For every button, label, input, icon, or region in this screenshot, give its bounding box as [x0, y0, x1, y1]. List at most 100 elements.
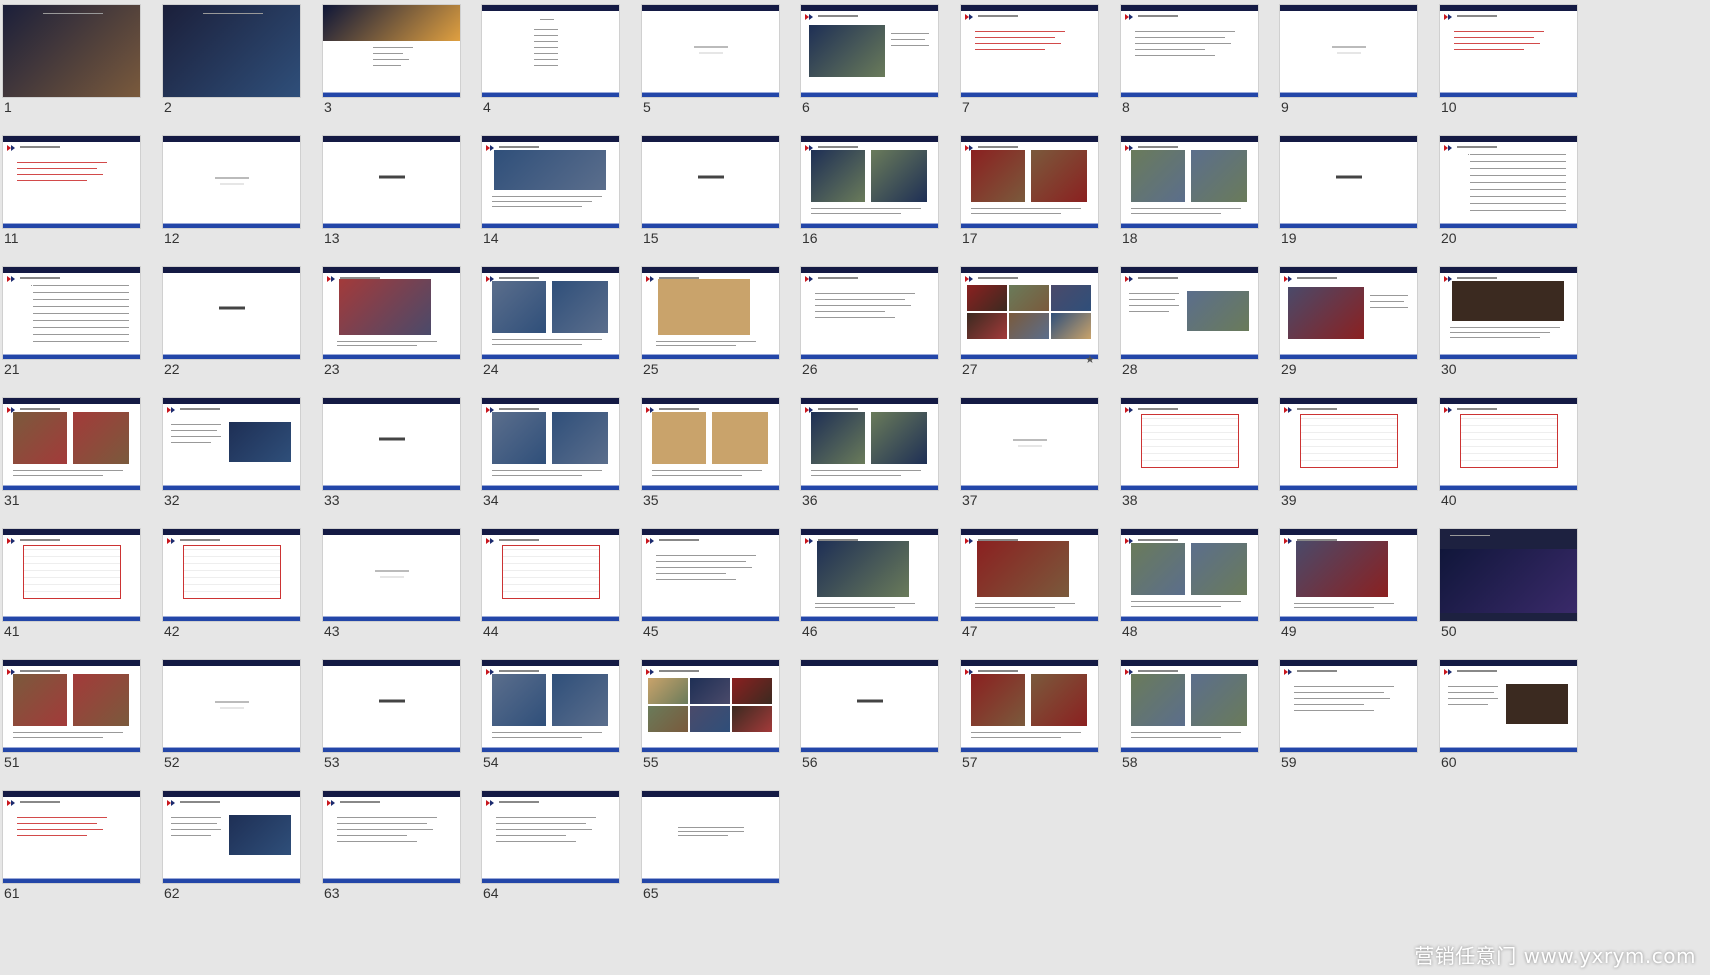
slide-thumbnail[interactable] — [1121, 5, 1258, 97]
slide-thumbnail[interactable] — [323, 398, 460, 490]
text-line — [534, 29, 558, 30]
slide-thumbnail[interactable] — [1280, 136, 1417, 228]
slide-thumbnail[interactable] — [3, 267, 140, 359]
slide-thumbnail[interactable] — [961, 529, 1098, 621]
text-line — [971, 213, 1061, 214]
slide-thumbnail[interactable] — [323, 660, 460, 752]
slide-thumbnail[interactable] — [1280, 398, 1417, 490]
slide-thumbnail[interactable] — [163, 5, 300, 97]
slide-thumbnail[interactable] — [961, 267, 1098, 359]
slide-thumbnail[interactable] — [323, 5, 460, 97]
slide-thumbnail[interactable] — [801, 267, 938, 359]
text-line — [1294, 704, 1364, 705]
slide-thumbnail[interactable] — [1440, 267, 1577, 359]
slide-thumbnail[interactable] — [1121, 529, 1258, 621]
text-line — [656, 573, 726, 574]
slide-thumbnail[interactable] — [1440, 136, 1577, 228]
slide-number: 3 — [324, 99, 332, 115]
slide-thumbnail[interactable] — [3, 5, 140, 97]
slide-heading — [20, 277, 60, 279]
slide-thumbnail[interactable] — [482, 660, 619, 752]
slide-thumbnail[interactable] — [1440, 660, 1577, 752]
slide-thumbnail[interactable] — [801, 136, 938, 228]
slide-number: 42 — [164, 623, 180, 639]
slide-thumbnail[interactable] — [482, 791, 619, 883]
slide-thumbnail[interactable] — [163, 529, 300, 621]
slide-cell: 46 — [798, 526, 938, 646]
slide-number: 2 — [164, 99, 172, 115]
text-line — [1129, 299, 1175, 300]
text-line — [815, 305, 911, 306]
floor-plan — [23, 545, 121, 599]
slide-cell: 34 — [479, 395, 619, 515]
slide-cell: 57 — [958, 657, 1098, 777]
text-line — [496, 841, 576, 842]
slide-thumbnail[interactable] — [642, 398, 779, 490]
slide-thumbnail[interactable] — [1121, 660, 1258, 752]
slide-heading — [978, 15, 1018, 17]
slide-thumbnail[interactable] — [642, 136, 779, 228]
slide-thumbnail[interactable] — [3, 529, 140, 621]
slide-thumbnail[interactable] — [961, 660, 1098, 752]
text-line — [1454, 49, 1524, 50]
slide-thumbnail[interactable] — [1280, 5, 1417, 97]
text-line — [1294, 607, 1374, 608]
slide-thumbnail[interactable] — [482, 267, 619, 359]
slide-thumbnail[interactable] — [163, 398, 300, 490]
slide-thumbnail[interactable] — [323, 136, 460, 228]
slide-number: 62 — [164, 885, 180, 901]
text-line — [656, 567, 752, 568]
slide-thumbnail[interactable] — [163, 660, 300, 752]
slide-number: 49 — [1281, 623, 1297, 639]
slide-thumbnail[interactable] — [3, 398, 140, 490]
slide-thumbnail[interactable] — [1440, 398, 1577, 490]
slide-thumbnail[interactable] — [323, 529, 460, 621]
slide-number: 6 — [802, 99, 810, 115]
slide-thumbnail[interactable] — [642, 660, 779, 752]
slide-thumbnail[interactable] — [1121, 136, 1258, 228]
slide-thumbnail[interactable] — [3, 660, 140, 752]
slide-thumbnail[interactable] — [482, 136, 619, 228]
slide-thumbnail[interactable] — [163, 267, 300, 359]
slide-thumbnail[interactable] — [482, 5, 619, 97]
slide-thumbnail[interactable] — [1121, 398, 1258, 490]
slide-number: 22 — [164, 361, 180, 377]
slide-cell: 11 — [0, 133, 140, 253]
slide-thumbnail[interactable] — [801, 398, 938, 490]
slide-thumbnail[interactable] — [323, 267, 460, 359]
text-line — [337, 341, 437, 342]
slide-thumbnail[interactable] — [961, 5, 1098, 97]
slide-thumbnail[interactable] — [163, 791, 300, 883]
slide-photo — [971, 150, 1025, 202]
slide-thumbnail[interactable] — [961, 136, 1098, 228]
slide-thumbnail[interactable] — [482, 398, 619, 490]
slide-thumbnail[interactable] — [642, 529, 779, 621]
slide-thumbnail[interactable] — [961, 398, 1098, 490]
slide-bottom-bar — [163, 224, 300, 228]
slide-thumbnail[interactable] — [801, 529, 938, 621]
slide-thumbnail[interactable] — [1440, 5, 1577, 97]
slide-thumbnail[interactable] — [1121, 267, 1258, 359]
slide-thumbnail[interactable] — [642, 791, 779, 883]
slide-thumbnail[interactable] — [801, 5, 938, 97]
slide-thumbnail[interactable] — [1280, 529, 1417, 621]
chevron-logo-icon — [1284, 276, 1294, 282]
slide-thumbnail[interactable] — [642, 267, 779, 359]
slide-thumbnail[interactable] — [482, 529, 619, 621]
slide-thumbnail[interactable] — [163, 136, 300, 228]
slide-thumbnail[interactable] — [1280, 660, 1417, 752]
slide-thumbnail[interactable] — [801, 660, 938, 752]
text-line — [1129, 311, 1169, 312]
slide-thumbnail[interactable] — [1440, 529, 1577, 621]
slide-number: 1 — [4, 99, 12, 115]
slide-thumbnail[interactable] — [3, 136, 140, 228]
slide-thumbnail[interactable] — [3, 791, 140, 883]
slide-thumbnail[interactable] — [642, 5, 779, 97]
slide-bottom-bar — [642, 224, 779, 228]
text-line — [33, 341, 129, 342]
slide-photo — [1131, 674, 1185, 726]
slide-thumbnail[interactable] — [1280, 267, 1417, 359]
floor-plan — [1141, 414, 1239, 468]
slide-thumbnail[interactable] — [323, 791, 460, 883]
chevron-logo-icon — [646, 669, 656, 675]
